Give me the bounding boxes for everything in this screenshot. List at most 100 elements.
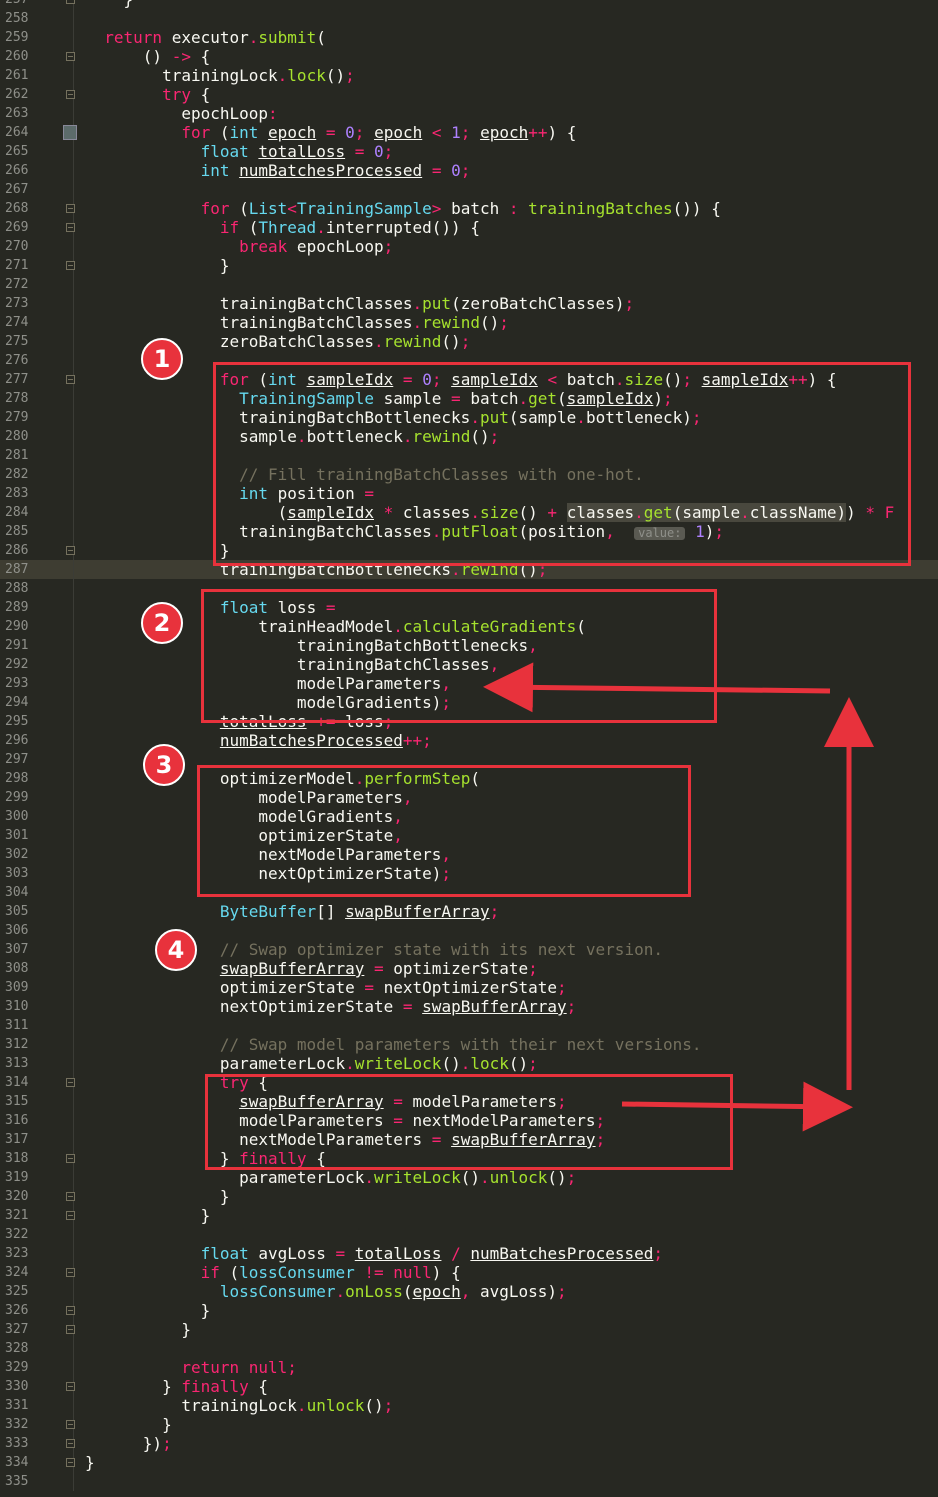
gutter[interactable]: 299	[0, 788, 74, 807]
code-line[interactable]: 321 }	[0, 1206, 938, 1225]
code-line[interactable]: 318 } finally {	[0, 1149, 938, 1168]
code-line[interactable]: 258	[0, 9, 938, 28]
fold-icon[interactable]	[66, 52, 75, 61]
code-line[interactable]: 315 swapBufferArray = modelParameters;	[0, 1092, 938, 1111]
code-text[interactable]: modelGradients);	[85, 693, 451, 712]
code-line[interactable]: 283 int position =	[0, 484, 938, 503]
code-line[interactable]: 282 // Fill trainingBatchClasses with on…	[0, 465, 938, 484]
code-text[interactable]: trainingBatchClasses.putFloat(position, …	[85, 522, 724, 541]
code-text[interactable]: for (int sampleIdx = 0; sampleIdx < batc…	[85, 370, 837, 389]
gutter[interactable]: 257	[0, 0, 75, 9]
gutter[interactable]: 292	[0, 655, 74, 674]
code-line[interactable]: 267	[0, 180, 938, 199]
code-line[interactable]: 292 trainingBatchClasses,	[0, 655, 938, 674]
code-text[interactable]: // Fill trainingBatchClasses with one-ho…	[85, 465, 644, 484]
gutter[interactable]: 271	[0, 256, 75, 275]
code-line[interactable]: 323 float avgLoss = totalLoss / numBatch…	[0, 1244, 938, 1263]
gutter[interactable]: 267	[0, 180, 74, 199]
code-text[interactable]: }	[85, 541, 230, 560]
gutter[interactable]: 260	[0, 47, 75, 66]
code-line[interactable]: 296 numBatchesProcessed++;	[0, 731, 938, 750]
gutter[interactable]: 301	[0, 826, 74, 845]
code-line[interactable]: 316 modelParameters = nextModelParameter…	[0, 1111, 938, 1130]
gutter[interactable]: 319	[0, 1168, 74, 1187]
fold-icon[interactable]	[66, 1382, 75, 1391]
code-line[interactable]: 299 modelParameters,	[0, 788, 938, 807]
gutter[interactable]: 281	[0, 446, 74, 465]
code-text[interactable]: try {	[85, 85, 210, 104]
gutter[interactable]: 305	[0, 902, 74, 921]
gutter[interactable]: 333	[0, 1434, 75, 1453]
code-line[interactable]: 328	[0, 1339, 938, 1358]
code-line[interactable]: 284 (sampleIdx * classes.size() + classe…	[0, 503, 938, 522]
code-text[interactable]: float loss =	[85, 598, 336, 617]
code-text[interactable]: ByteBuffer[] swapBufferArray;	[85, 902, 499, 921]
gutter[interactable]: 323	[0, 1244, 74, 1263]
code-line[interactable]: 270 break epochLoop;	[0, 237, 938, 256]
gutter[interactable]: 321	[0, 1206, 75, 1225]
code-text[interactable]: modelParameters = nextModelParameters;	[85, 1111, 605, 1130]
code-text[interactable]: }	[85, 1453, 95, 1472]
code-line[interactable]: 314 try {	[0, 1073, 938, 1092]
code-line[interactable]: 333 });	[0, 1434, 938, 1453]
code-text[interactable]: optimizerState = nextOptimizerState;	[85, 978, 567, 997]
code-text[interactable]: totalLoss += loss;	[85, 712, 393, 731]
code-line[interactable]: 293 modelParameters,	[0, 674, 938, 693]
gutter[interactable]: 283	[0, 484, 74, 503]
fold-icon[interactable]	[66, 90, 75, 99]
code-text[interactable]: trainingBatchBottlenecks.rewind();	[85, 560, 548, 579]
code-text[interactable]: nextOptimizerState = swapBufferArray;	[85, 997, 576, 1016]
bookmark-icon[interactable]	[63, 125, 77, 140]
code-text[interactable]: float totalLoss = 0;	[85, 142, 394, 161]
code-text[interactable]: epochLoop:	[85, 104, 277, 123]
code-text[interactable]: optimizerState,	[85, 826, 403, 845]
code-text[interactable]: }	[85, 1187, 230, 1206]
code-text[interactable]: modelParameters,	[85, 788, 412, 807]
code-text[interactable]: for (int epoch = 0; epoch < 1; epoch++) …	[85, 123, 576, 142]
gutter[interactable]: 318	[0, 1149, 75, 1168]
code-text[interactable]: } finally {	[85, 1377, 268, 1396]
code-text[interactable]: trainingLock.lock();	[85, 66, 355, 85]
code-line[interactable]: 302 nextModelParameters,	[0, 845, 938, 864]
code-line[interactable]: 259 return executor.submit(	[0, 28, 938, 47]
gutter[interactable]: 295	[0, 712, 74, 731]
code-line[interactable]: 269 if (Thread.interrupted()) {	[0, 218, 938, 237]
gutter[interactable]: 335	[0, 1472, 74, 1491]
gutter[interactable]: 280	[0, 427, 74, 446]
code-line[interactable]: 281	[0, 446, 938, 465]
gutter[interactable]: 325	[0, 1282, 74, 1301]
gutter[interactable]: 284	[0, 503, 74, 522]
code-line[interactable]: 334}	[0, 1453, 938, 1472]
code-text[interactable]: sample.bottleneck.rewind();	[85, 427, 499, 446]
code-text[interactable]: if (Thread.interrupted()) {	[85, 218, 480, 237]
code-text[interactable]: } finally {	[85, 1149, 326, 1168]
code-line[interactable]: 265 float totalLoss = 0;	[0, 142, 938, 161]
gutter[interactable]: 310	[0, 997, 74, 1016]
fold-icon[interactable]	[66, 1211, 75, 1220]
code-line[interactable]: 294 modelGradients);	[0, 693, 938, 712]
code-text[interactable]: trainingBatchClasses,	[85, 655, 499, 674]
code-line[interactable]: 266 int numBatchesProcessed = 0;	[0, 161, 938, 180]
code-text[interactable]: (sampleIdx * classes.size() + classes.ge…	[85, 503, 894, 522]
code-line[interactable]: 278 TrainingSample sample = batch.get(sa…	[0, 389, 938, 408]
code-text[interactable]: break epochLoop;	[85, 237, 393, 256]
code-line[interactable]: 263 epochLoop:	[0, 104, 938, 123]
gutter[interactable]: 266	[0, 161, 74, 180]
code-line[interactable]: 297	[0, 750, 938, 769]
fold-icon[interactable]	[66, 546, 75, 555]
code-line[interactable]: 277 for (int sampleIdx = 0; sampleIdx < …	[0, 370, 938, 389]
code-line[interactable]: 300 modelGradients,	[0, 807, 938, 826]
code-editor[interactable]: 257 } 258259 return executor.submit(260 (…	[0, 0, 938, 1491]
code-line[interactable]: 287 trainingBatchBottlenecks.rewind();	[0, 560, 938, 579]
code-text[interactable]: trainingLock.unlock();	[85, 1396, 393, 1415]
code-text[interactable]: nextModelParameters = swapBufferArray;	[85, 1130, 605, 1149]
code-line[interactable]: 325 lossConsumer.onLoss(epoch, avgLoss);	[0, 1282, 938, 1301]
code-line[interactable]: 261 trainingLock.lock();	[0, 66, 938, 85]
code-line[interactable]: 329 return null;	[0, 1358, 938, 1377]
gutter[interactable]: 285	[0, 522, 74, 541]
gutter[interactable]: 264	[0, 123, 77, 142]
gutter[interactable]: 286	[0, 541, 75, 560]
gutter[interactable]: 311	[0, 1016, 74, 1035]
gutter[interactable]: 296	[0, 731, 74, 750]
gutter[interactable]: 303	[0, 864, 74, 883]
